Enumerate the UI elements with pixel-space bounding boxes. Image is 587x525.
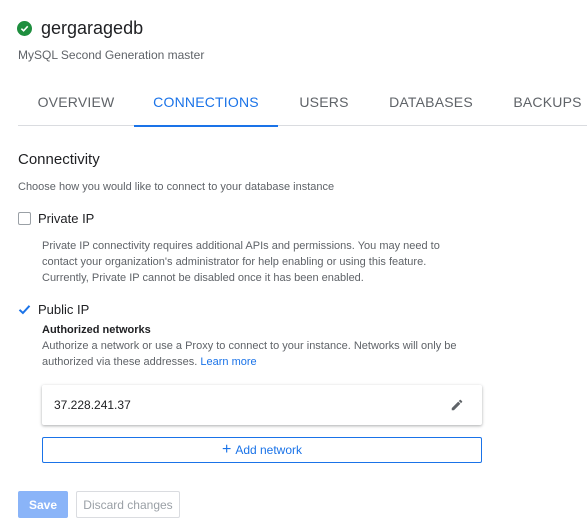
private-ip-row[interactable]: Private IP (18, 211, 94, 226)
public-ip-row[interactable]: Public IP (18, 302, 89, 317)
network-address: 37.228.241.37 (54, 398, 131, 412)
auth-help-line: Authorize a network or use a Proxy to co… (42, 340, 457, 352)
private-ip-help-line: Currently, Private IP cannot be disabled… (42, 272, 364, 284)
authorized-networks-title: Authorized networks (42, 324, 151, 336)
authorized-networks-help: Authorize a network or use a Proxy to co… (42, 338, 462, 370)
public-ip-checkbox[interactable] (18, 303, 31, 316)
private-ip-label: Private IP (38, 211, 95, 226)
discard-changes-button[interactable]: Discard changes (76, 491, 180, 518)
auth-help-text: authorized via these addresses. (42, 356, 198, 368)
private-ip-help-line: Private IP connectivity requires additio… (42, 240, 440, 252)
tab-databases[interactable]: DATABASES (378, 80, 484, 126)
auth-help-line: authorized via these addresses. Learn mo… (42, 354, 462, 370)
add-network-label: Add network (235, 443, 303, 457)
tab-bar: OVERVIEW CONNECTIONS USERS DATABASES BAC… (18, 80, 587, 127)
add-network-button[interactable]: + Add network (42, 437, 482, 463)
save-button[interactable]: Save (18, 491, 68, 518)
private-ip-help-line: contact your organization's administrato… (42, 256, 427, 268)
learn-more-link[interactable]: Learn more (200, 356, 256, 368)
network-item: 37.228.241.37 (42, 385, 482, 425)
private-ip-checkbox[interactable] (18, 212, 31, 225)
tab-overview[interactable]: OVERVIEW (18, 80, 134, 126)
instance-subtitle: MySQL Second Generation master (18, 48, 205, 62)
section-description: Choose how you would like to connect to … (18, 181, 335, 193)
plus-icon: + (221, 441, 232, 458)
tab-backups[interactable]: BACKUPS (508, 80, 587, 126)
tab-connections[interactable]: CONNECTIONS (134, 80, 278, 127)
section-title: Connectivity (18, 151, 100, 168)
public-ip-label: Public IP (38, 302, 90, 317)
private-ip-help: Private IP connectivity requires additio… (42, 238, 462, 286)
tab-users[interactable]: USERS (288, 80, 360, 126)
instance-name: gergaragedb (41, 18, 144, 38)
check-circle-icon (17, 21, 32, 36)
instance-header: gergaragedb (17, 18, 143, 39)
checkmark-icon (18, 305, 31, 315)
pencil-icon[interactable] (448, 396, 466, 414)
